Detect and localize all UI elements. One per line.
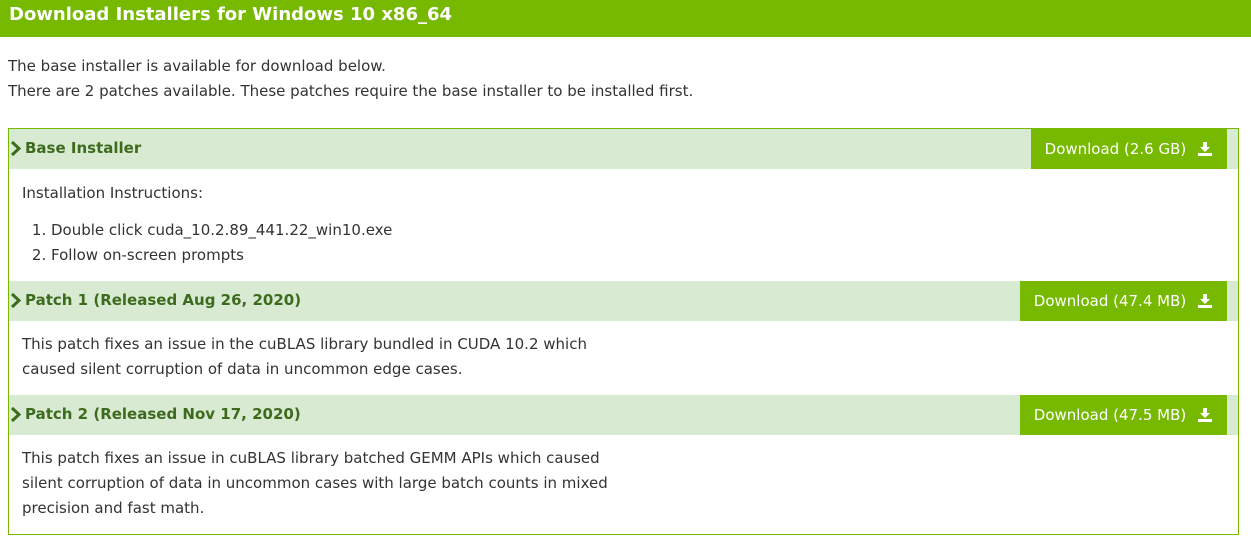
patch-2-header[interactable]: Patch 2 (Released Nov 17, 2020) Download… xyxy=(9,395,1238,435)
intro-line-2: There are 2 patches available. These pat… xyxy=(8,82,694,100)
description-line: precision and fast math. xyxy=(22,499,205,517)
patch-1-description: This patch fixes an issue in the cuBLAS … xyxy=(22,332,587,382)
download-button-label: Download (47.5 MB) xyxy=(1033,406,1187,424)
patch-1-title: Patch 1 (Released Aug 26, 2020) xyxy=(25,291,302,309)
installers-panel: Base Installer Download (2.6 GB) Install… xyxy=(8,128,1239,535)
page-header: Download Installers for Windows 10 x86_6… xyxy=(0,0,1251,37)
description-line: caused silent corruption of data in unco… xyxy=(22,360,463,378)
download-icon xyxy=(1198,142,1212,156)
instructions-label: Installation Instructions: xyxy=(22,184,203,202)
patch-1-header[interactable]: Patch 1 (Released Aug 26, 2020) Download… xyxy=(9,281,1238,321)
download-icon xyxy=(1198,294,1212,308)
instructions-list: Double click cuda_10.2.89_441.22_win10.e… xyxy=(22,218,392,268)
intro-line-1: The base installer is available for down… xyxy=(8,57,386,75)
download-patch-1-button[interactable]: Download (47.4 MB) xyxy=(1019,281,1227,321)
intro-text: The base installer is available for down… xyxy=(8,54,693,104)
chevron-right-icon xyxy=(10,406,22,423)
description-line: This patch fixes an issue in cuBLAS libr… xyxy=(22,449,600,467)
page-title: Download Installers for Windows 10 x86_6… xyxy=(9,4,453,25)
patch-2-title: Patch 2 (Released Nov 17, 2020) xyxy=(25,405,301,423)
download-button-label: Download (2.6 GB) xyxy=(1044,140,1187,158)
list-item: Follow on-screen prompts xyxy=(51,243,392,268)
download-icon xyxy=(1198,408,1212,422)
chevron-right-icon xyxy=(10,292,22,309)
download-button-label: Download (47.4 MB) xyxy=(1033,292,1187,310)
base-installer-title: Base Installer xyxy=(25,139,142,157)
description-line: This patch fixes an issue in the cuBLAS … xyxy=(22,335,587,353)
description-line: silent corruption of data in uncommon ca… xyxy=(22,474,608,492)
patch-2-description: This patch fixes an issue in cuBLAS libr… xyxy=(22,446,608,521)
list-item: Double click cuda_10.2.89_441.22_win10.e… xyxy=(51,218,392,243)
chevron-right-icon xyxy=(10,140,22,157)
base-installer-content: Installation Instructions: Double click … xyxy=(22,181,392,268)
base-installer-header[interactable]: Base Installer Download (2.6 GB) xyxy=(9,129,1238,169)
download-patch-2-button[interactable]: Download (47.5 MB) xyxy=(1019,395,1227,435)
download-base-installer-button[interactable]: Download (2.6 GB) xyxy=(1030,129,1227,169)
